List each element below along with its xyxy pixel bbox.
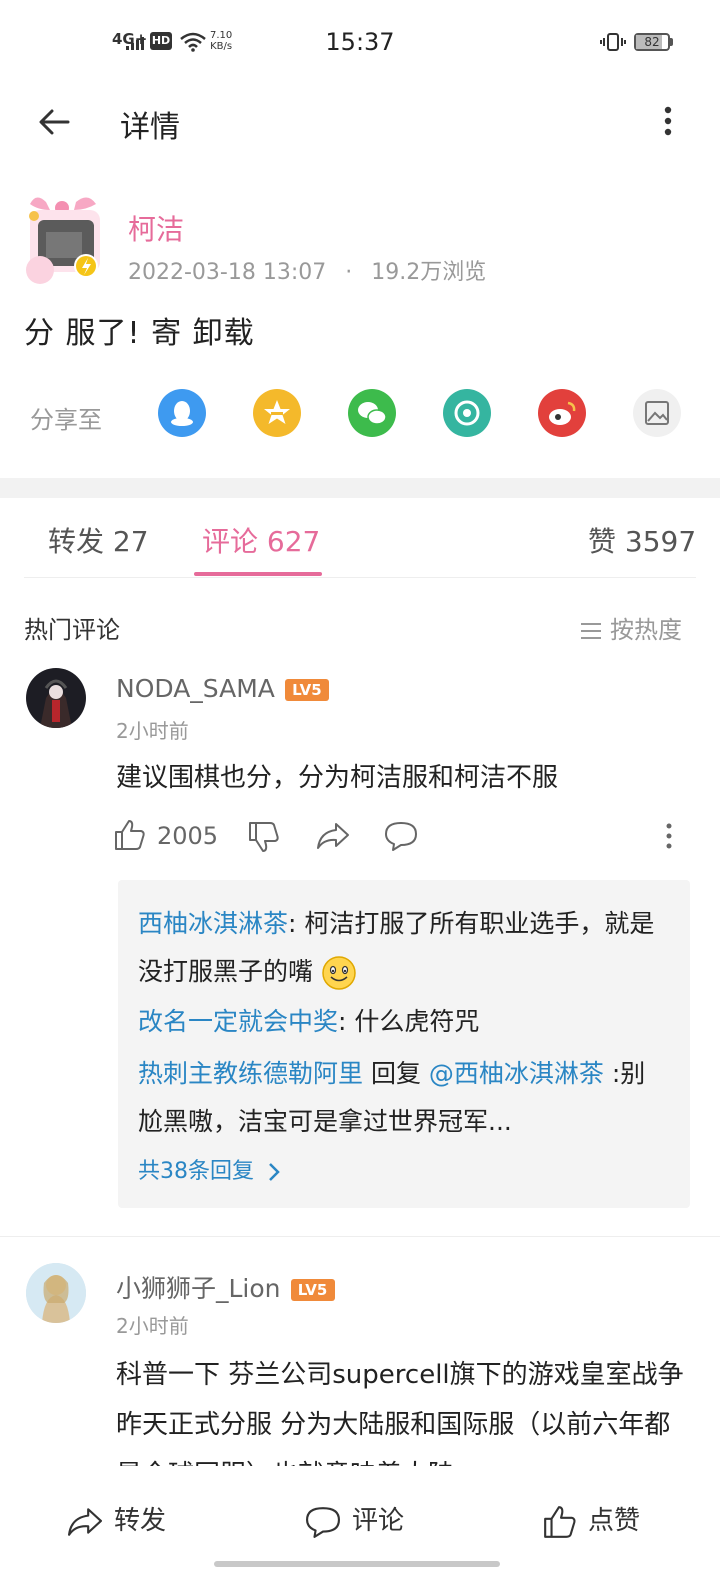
commenter-name[interactable]: NODA_SAMA LV5	[116, 674, 329, 703]
reply-connector: 回复	[363, 1059, 429, 1088]
hot-comments-title: 热门评论	[24, 616, 120, 644]
share-arrow-icon	[66, 1505, 104, 1539]
comment-dislike-button[interactable]	[248, 820, 280, 854]
comment-text: 科普一下 芬兰公司supercell旗下的游戏皇室战争昨天正式分服 分为大陆服和…	[116, 1360, 684, 1466]
share-weibo-button[interactable]	[538, 389, 586, 437]
chevron-right-icon	[267, 1161, 281, 1183]
section-divider	[0, 478, 720, 498]
reply-author[interactable]: 改名一定就会中奖	[138, 1007, 338, 1036]
qzone-icon	[264, 400, 290, 424]
thumbs-down-icon	[249, 822, 279, 852]
reply-text: : 什么虎符咒	[338, 1007, 480, 1036]
post-views: 19.2万浏览	[371, 260, 487, 285]
post-date: 2022-03-18 13:07	[128, 260, 327, 285]
meta-dot: ·	[345, 260, 353, 285]
share-moments-button[interactable]	[443, 389, 491, 437]
like-count: 2005	[157, 822, 219, 850]
share-arrow-icon	[317, 823, 349, 849]
repost-button[interactable]: 转发	[66, 1500, 166, 1539]
battery-tip	[670, 38, 673, 46]
battery-indicator: 82	[634, 33, 670, 51]
comment-more-button[interactable]	[658, 820, 680, 852]
share-wechat-button[interactable]	[348, 389, 396, 437]
more-vertical-icon	[664, 106, 672, 136]
back-button[interactable]	[34, 100, 78, 144]
comment-like-button[interactable]	[114, 818, 146, 852]
comment-text: 建议围棋也分，分为柯洁服和柯洁不服	[116, 763, 559, 793]
reply-item[interactable]: 改名一定就会中奖: 什么虎符咒	[138, 998, 668, 1046]
post-content: 分 服了! 寄 卸载	[24, 316, 255, 351]
comment-button[interactable]: 评论	[304, 1500, 404, 1539]
list-icon	[580, 621, 602, 641]
share-label: 分享至	[30, 406, 102, 434]
comment-reply-button[interactable]	[384, 820, 418, 852]
comment-text-clip: 科普一下 芬兰公司supercell旗下的游戏皇室战争昨天正式分服 分为大陆服和…	[116, 1350, 696, 1466]
smile-emoji-icon	[321, 955, 357, 991]
reply-item[interactable]: 西柚冰淇淋茶: 柯洁打服了所有职业选手，就是没打服黑子的嘴	[138, 900, 668, 996]
moments-icon	[454, 400, 480, 426]
active-tab-indicator	[194, 572, 322, 576]
home-indicator[interactable]	[214, 1561, 500, 1567]
author-name[interactable]: 柯洁	[128, 208, 184, 248]
share-image-button[interactable]	[633, 389, 681, 437]
view-all-replies-link[interactable]: 共38条回复	[138, 1153, 281, 1185]
arrow-left-icon	[39, 109, 70, 135]
comment-share-button[interactable]	[316, 820, 350, 852]
more-vertical-icon	[666, 823, 672, 849]
comment-bubble-icon	[304, 1505, 342, 1539]
commenter-name[interactable]: 小狮狮子_Lion LV5	[116, 1269, 335, 1305]
thumbs-up-icon	[542, 1504, 578, 1540]
reply-item[interactable]: 热刺主教练德勒阿里 回复 @西柚冰淇淋茶 :别尬黑嗷，洁宝可是拿过世界冠军...	[138, 1050, 668, 1146]
comment-time: 2小时前	[116, 1314, 189, 1338]
weibo-icon	[549, 401, 576, 425]
thumbs-up-icon	[115, 820, 145, 850]
reply-author[interactable]: 西柚冰淇淋茶	[138, 909, 288, 938]
share-qzone-button[interactable]	[253, 389, 301, 437]
page-title: 详情	[120, 110, 180, 145]
tab-repost[interactable]: 转发 27	[48, 520, 149, 560]
sort-label: 按热度	[610, 616, 682, 644]
level-badge: LV5	[284, 679, 329, 701]
commenter-avatar[interactable]	[26, 668, 86, 728]
share-qq-button[interactable]	[158, 389, 206, 437]
comment-separator	[0, 1236, 720, 1237]
tabs-divider	[24, 577, 696, 578]
vibrate-icon	[600, 32, 626, 52]
tab-likes[interactable]: 赞 3597	[588, 520, 696, 560]
reply-mention[interactable]: @西柚冰淇淋茶	[429, 1059, 604, 1088]
like-button[interactable]: 点赞	[542, 1500, 640, 1540]
author-avatar[interactable]	[16, 192, 108, 292]
sort-button[interactable]: 按热度	[580, 610, 682, 645]
tab-comments[interactable]: 评论 627	[202, 520, 320, 560]
wechat-icon	[358, 402, 387, 425]
qq-icon	[171, 401, 193, 426]
more-options-button[interactable]	[650, 100, 686, 144]
comment-time: 2小时前	[116, 719, 189, 743]
level-badge: LV5	[290, 1279, 335, 1301]
post-meta: 2022-03-18 13:07 · 19.2万浏览	[128, 254, 486, 286]
commenter-avatar[interactable]	[26, 1263, 86, 1323]
comment-bubble-icon	[385, 822, 417, 851]
reply-author[interactable]: 热刺主教练德勒阿里	[138, 1059, 363, 1088]
image-icon	[645, 401, 669, 425]
